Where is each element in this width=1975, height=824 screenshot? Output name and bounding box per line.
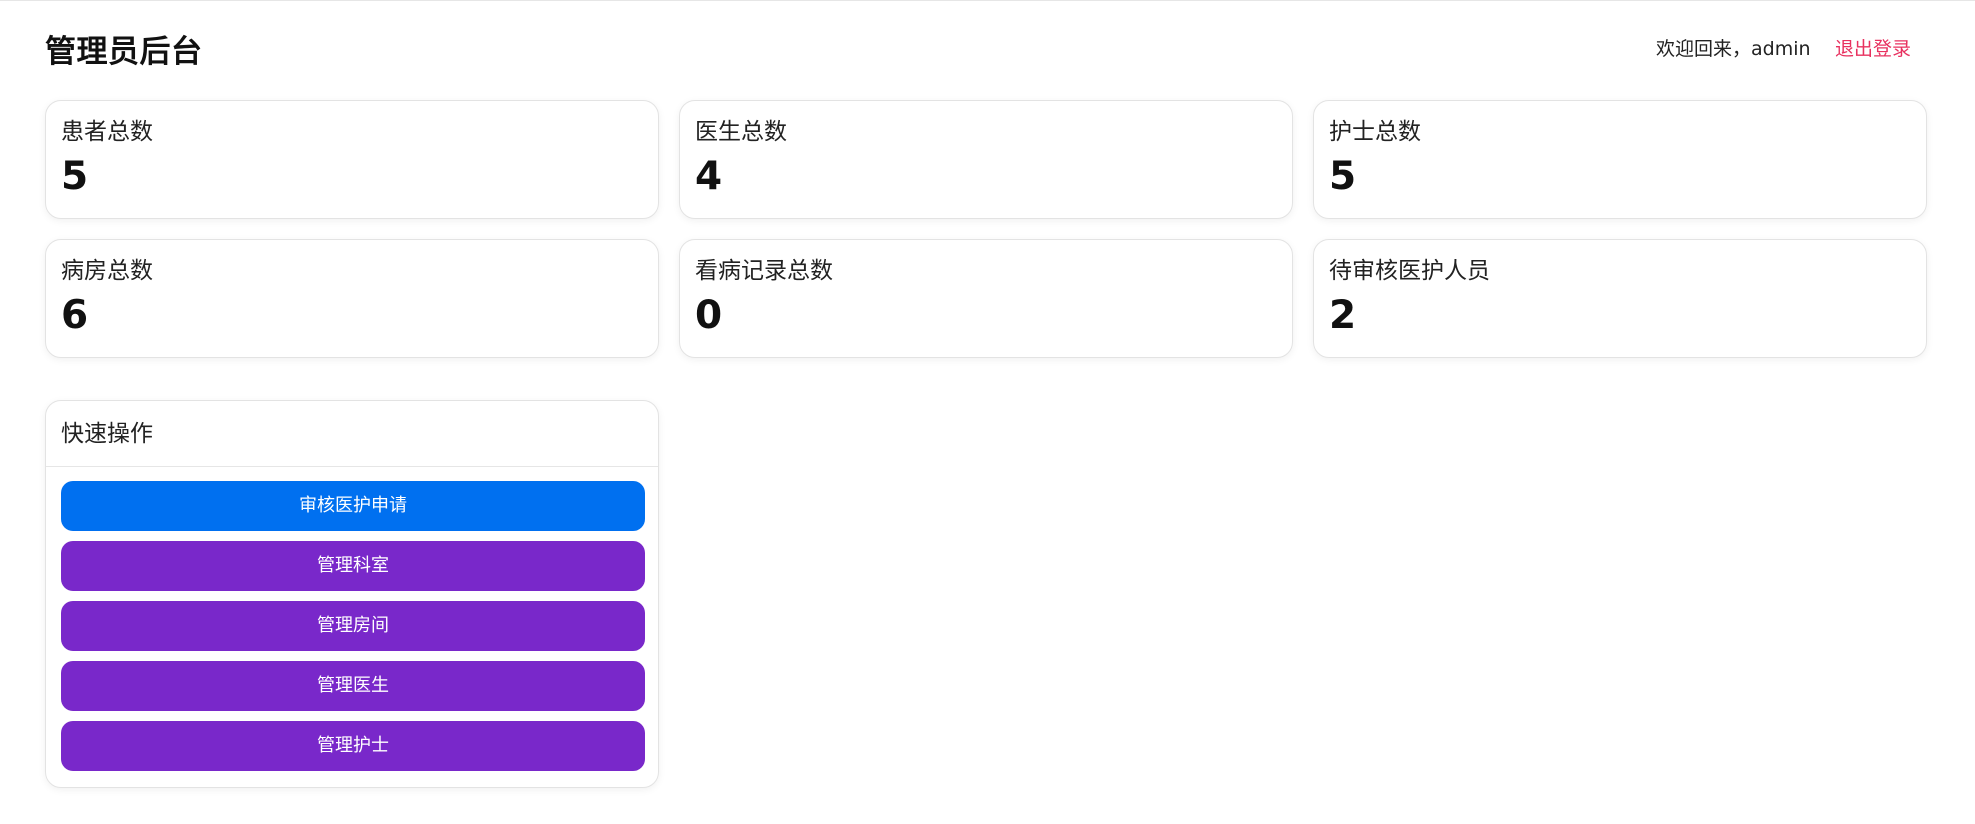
stat-card-pending-staff: 待审核医护人员 2	[1313, 239, 1927, 358]
stat-label: 医生总数	[695, 119, 787, 145]
stat-label: 患者总数	[61, 119, 153, 145]
quick-actions-card: 快速操作 审核医护申请 管理科室 管理房间 管理医生 管理护士	[45, 400, 659, 788]
stat-label: 看病记录总数	[695, 258, 833, 284]
stat-value: 5	[61, 154, 89, 199]
manage-rooms-button[interactable]: 管理房间	[61, 601, 645, 651]
welcome-text: 欢迎回来，admin	[1656, 38, 1811, 60]
quick-actions-body: 审核医护申请 管理科室 管理房间 管理医生 管理护士	[46, 467, 658, 771]
top-border	[0, 0, 1975, 1]
stat-card-wards: 病房总数 6	[45, 239, 659, 358]
stat-label: 护士总数	[1329, 119, 1421, 145]
stat-card-nurses: 护士总数 5	[1313, 100, 1927, 219]
manage-departments-button[interactable]: 管理科室	[61, 541, 645, 591]
stat-card-doctors: 医生总数 4	[679, 100, 1293, 219]
stat-value: 2	[1329, 293, 1357, 338]
stat-card-patients: 患者总数 5	[45, 100, 659, 219]
manage-nurses-button[interactable]: 管理护士	[61, 721, 645, 771]
stat-value: 6	[61, 293, 89, 338]
stat-label: 待审核医护人员	[1329, 258, 1490, 284]
stat-label: 病房总数	[61, 258, 153, 284]
stat-value: 4	[695, 154, 723, 199]
manage-doctors-button[interactable]: 管理医生	[61, 661, 645, 711]
stat-value: 0	[695, 293, 723, 338]
stat-value: 5	[1329, 154, 1357, 199]
page-title: 管理员后台	[45, 34, 203, 70]
quick-actions-title: 快速操作	[46, 401, 658, 467]
stat-card-visit-records: 看病记录总数 0	[679, 239, 1293, 358]
page-header: 管理员后台 欢迎回来，admin 退出登录	[45, 22, 1915, 72]
logout-link[interactable]: 退出登录	[1835, 34, 1911, 61]
stats-grid: 患者总数 5 医生总数 4 护士总数 5 病房总数 6 看病记录总数 0 待审核…	[45, 100, 1927, 358]
review-staff-applications-button[interactable]: 审核医护申请	[61, 481, 645, 531]
